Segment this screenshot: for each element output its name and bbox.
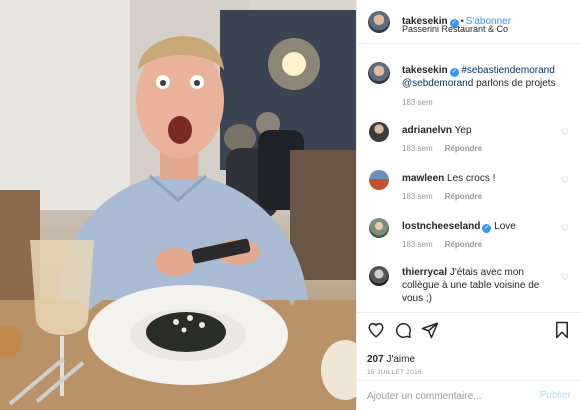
pasta-topping [187, 315, 193, 321]
caption-username[interactable]: takesekin [402, 65, 448, 76]
add-comment-bar: Publier [357, 380, 580, 410]
heart-icon[interactable] [367, 321, 385, 339]
post-sidebar: takesekin ✓ • S'abonner Passerini Restauran… [356, 0, 580, 410]
heart-icon[interactable]: ♡ [561, 127, 569, 138]
heart-icon[interactable]: ♡ [561, 223, 569, 234]
author-avatar[interactable] [368, 11, 390, 33]
comment-text: lostncheeseland ✓ Love [402, 220, 516, 233]
reply-button[interactable]: Répondre [445, 240, 482, 249]
likes-label: J'aime [383, 354, 416, 365]
paper-plane-icon[interactable] [421, 321, 439, 339]
comment-meta: 183 sem Répondre [402, 240, 494, 249]
comment-body: Love [494, 221, 516, 232]
lamp-icon [282, 52, 306, 76]
comment-text: adrianelvn Yep [402, 124, 472, 137]
pasta-topping [199, 322, 205, 328]
window-left [0, 0, 130, 210]
comment-username[interactable]: adrianelvn [402, 125, 452, 136]
comment-username[interactable]: mawleen [402, 173, 444, 184]
photo-illustration [0, 0, 356, 410]
comment-body: Yep [454, 125, 472, 136]
commenter-avatar[interactable] [369, 218, 389, 238]
background-person [224, 124, 256, 152]
man-mouth [168, 116, 192, 144]
wine-glass [30, 240, 94, 335]
likes-number: 207 [367, 354, 384, 365]
comment-input[interactable] [367, 389, 527, 403]
comment-age[interactable]: 183 sem [402, 240, 433, 249]
man-pupil-left [160, 80, 166, 86]
post-header: takesekin ✓ • S'abonner Passerini Restauran… [357, 0, 580, 44]
comment-body: Les crocs ! [447, 173, 496, 184]
post-date[interactable]: 15 JUILLET 2016 [367, 369, 422, 376]
reply-button[interactable]: Répondre [445, 144, 482, 153]
heart-icon[interactable]: ♡ [561, 175, 569, 186]
pasta-topping [181, 327, 187, 333]
verified-badge-icon: ✓ [449, 68, 459, 77]
commenter-avatar[interactable] [369, 122, 389, 142]
man-hand-left [155, 248, 195, 276]
caption-body: parlons de projets [473, 78, 556, 89]
publish-button[interactable]: Publier [540, 390, 571, 401]
verified-badge-icon: ✓ [482, 224, 492, 233]
chair-back [290, 150, 356, 280]
likes-count[interactable]: 207 J'aime [367, 354, 415, 365]
mention-link[interactable]: @sebdemorand [402, 78, 473, 89]
caption-text: takesekin ✓ #sebastiendemorand @sebdemora… [402, 64, 572, 90]
comment-text: thierrycal J'étais avec mon collègue à u… [402, 266, 552, 305]
comment-text: mawleen Les crocs ! [402, 172, 495, 185]
comment-bubble-icon[interactable] [394, 321, 412, 339]
post-photo[interactable] [0, 0, 356, 410]
man-pupil-right [194, 80, 200, 86]
bookmark-icon[interactable] [553, 321, 571, 339]
pasta-topping [173, 319, 179, 325]
heart-icon[interactable]: ♡ [561, 272, 569, 283]
caption-avatar[interactable] [368, 62, 390, 84]
wine-glass-stem [60, 336, 64, 396]
caption-age[interactable]: 183 sem [402, 98, 433, 107]
comment-age[interactable]: 183 sem [402, 192, 433, 201]
caption-meta: 183 sem [402, 98, 445, 107]
comment-meta: 183 sem Répondre [402, 144, 494, 153]
post-location[interactable]: Passerini Restaurant & Co [402, 24, 508, 34]
hashtag-link[interactable]: #sebastiendemorand [461, 65, 554, 76]
comment-meta: 183 sem Répondre [402, 192, 494, 201]
commenter-avatar[interactable] [369, 170, 389, 190]
comment-age[interactable]: 183 sem [402, 144, 433, 153]
post-actions: 207 J'aime 15 JUILLET 2016 [357, 312, 580, 380]
comment-username[interactable]: lostncheeseland [402, 221, 480, 232]
comment-username[interactable]: thierrycal [402, 267, 447, 278]
black-pasta [146, 312, 226, 352]
reply-button[interactable]: Répondre [445, 192, 482, 201]
commenter-avatar[interactable] [369, 266, 389, 286]
